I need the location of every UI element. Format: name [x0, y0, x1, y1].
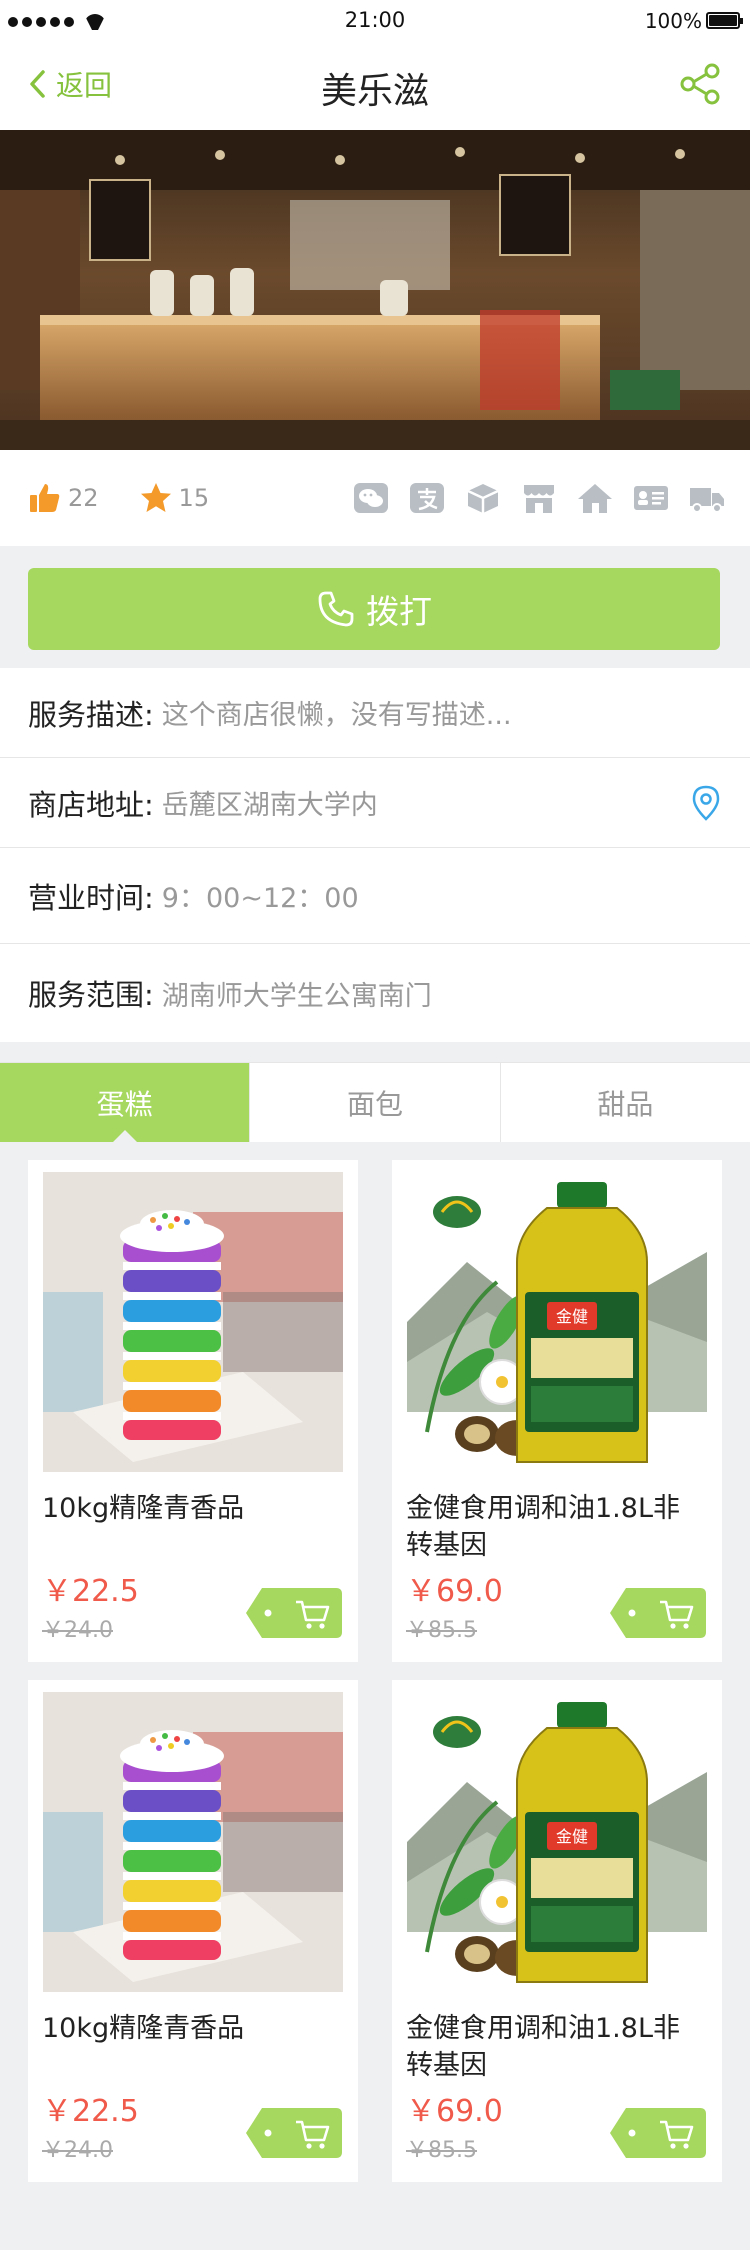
back-label: 返回	[56, 69, 113, 102]
product-original-price: ￥85.5	[406, 1618, 477, 1643]
add-to-cart-button[interactable]	[610, 2108, 706, 2158]
product-name: 金健食用调和油1.8L非转基因	[406, 1493, 680, 1561]
store-info-list: 服务描述: 这个商店很懒，没有写描述... 商店地址: 岳麓区湖南大学内 营业时…	[0, 668, 750, 1042]
product-card[interactable]: 10kg精隆青香品 ￥22.5 ￥24.0	[28, 1680, 358, 2182]
product-image-rainbow-cake	[43, 1692, 343, 1992]
info-label: 服务范围:	[28, 978, 154, 1012]
product-image-rainbow-cake	[43, 1172, 343, 1472]
info-label: 服务描述:	[28, 697, 154, 732]
wechat-pay-icon	[354, 483, 388, 513]
info-row-service-area: 服务范围: 湖南师大学生公寓南门	[0, 944, 750, 1042]
product-card[interactable]: 金健食用调和油1.8L非转基因 ￥69.0 ￥85.5	[392, 1680, 722, 2182]
category-tabs: 蛋糕 面包 甜品	[0, 1062, 750, 1142]
phone-icon	[318, 591, 354, 627]
star-icon	[140, 483, 171, 512]
info-row-description: 服务描述: 这个商店很懒，没有写描述...	[0, 668, 750, 758]
info-row-address[interactable]: 商店地址: 岳麓区湖南大学内	[0, 758, 750, 848]
info-label: 营业时间:	[28, 880, 154, 915]
product-card[interactable]: 金健食用调和油1.8L非转基因 ￥69.0 ￥85.5	[392, 1160, 722, 1662]
call-section: 拨打	[0, 546, 750, 668]
info-value: 岳麓区湖南大学内	[161, 790, 378, 821]
product-image-oil-bottle	[407, 1172, 707, 1472]
call-button[interactable]: 拨打	[28, 568, 720, 650]
product-name: 10kg精隆青香品	[42, 2013, 245, 2044]
status-bar: 21:00 100%	[0, 0, 750, 42]
product-original-price: ￥24.0	[42, 2138, 113, 2163]
product-price: ￥22.5	[42, 2094, 139, 2129]
info-row-hours: 营业时间: 9：00~12：00	[0, 848, 750, 944]
chevron-left-icon	[30, 70, 45, 98]
product-name: 10kg精隆青香品	[42, 1493, 245, 1524]
battery-percent: 100%	[644, 9, 702, 33]
product-original-price: ￥85.5	[406, 2138, 477, 2163]
favorite-stat[interactable]: 15	[139, 481, 210, 515]
product-price: ￥69.0	[406, 2094, 503, 2129]
id-card-icon	[634, 486, 668, 510]
product-image-oil-bottle	[407, 1692, 707, 1992]
product-price: ￥22.5	[42, 1574, 139, 1609]
add-to-cart-button[interactable]	[246, 2108, 342, 2158]
add-to-cart-button[interactable]	[610, 1588, 706, 1638]
info-value: 湖南师大学生公寓南门	[161, 980, 432, 1012]
like-stat[interactable]: 22	[28, 481, 99, 515]
tab-dessert[interactable]: 甜品	[499, 1063, 750, 1142]
alipay-icon	[410, 483, 444, 513]
status-time: 21:00	[344, 8, 406, 32]
store-banner-image	[0, 130, 750, 450]
tab-cake[interactable]: 蛋糕	[0, 1063, 250, 1142]
share-icon[interactable]	[678, 62, 722, 106]
info-value: 这个商店很懒，没有写描述...	[161, 700, 512, 731]
favorite-count: 15	[178, 484, 210, 512]
nav-bar: 返回 美乐滋	[0, 42, 750, 130]
package-icon	[467, 484, 499, 513]
product-name: 金健食用调和油1.8L非转基因	[406, 2013, 680, 2081]
home-icon	[578, 484, 612, 513]
battery-icon	[706, 12, 743, 29]
feature-icons	[352, 481, 726, 515]
call-label: 拨打	[366, 592, 432, 631]
location-pin-icon[interactable]	[692, 785, 720, 821]
product-card[interactable]: 10kg精隆青香品 ￥22.5 ￥24.0	[28, 1160, 358, 1662]
stats-row: 22 15	[0, 450, 750, 546]
back-button[interactable]: 返回	[28, 64, 112, 104]
tab-bread[interactable]: 面包	[249, 1063, 499, 1142]
like-count: 22	[68, 484, 99, 512]
page-title: 美乐滋	[320, 71, 429, 112]
info-value: 9：00~12：00	[161, 883, 359, 914]
info-label: 商店地址:	[28, 787, 154, 822]
product-price: ￥69.0	[406, 1574, 503, 1609]
product-original-price: ￥24.0	[42, 1618, 113, 1643]
shop-icon	[524, 485, 554, 513]
thumbs-up-icon	[30, 484, 60, 512]
add-to-cart-button[interactable]	[246, 1588, 342, 1638]
delivery-truck-icon	[690, 488, 724, 513]
